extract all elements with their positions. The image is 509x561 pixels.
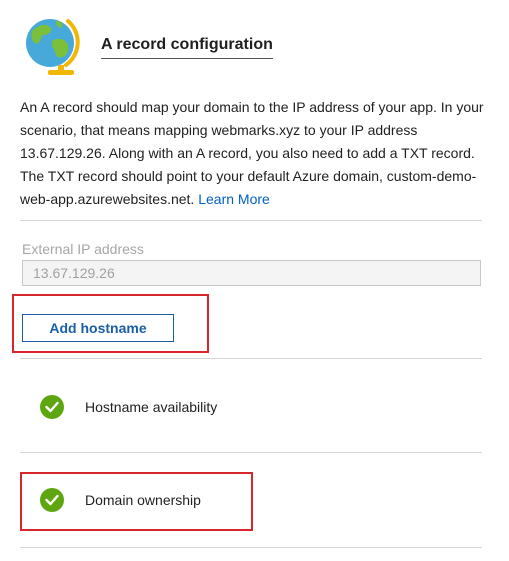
description-text: An A record should map your domain to th… (20, 96, 488, 211)
learn-more-link[interactable]: Learn More (198, 191, 270, 207)
divider (20, 547, 482, 548)
add-hostname-button[interactable]: Add hostname (22, 314, 174, 342)
ip-address-label: External IP address (22, 241, 144, 257)
checkmark-icon (40, 395, 64, 419)
check-label: Hostname availability (85, 399, 218, 415)
divider (20, 358, 482, 359)
divider (20, 452, 482, 453)
check-label: Domain ownership (85, 492, 201, 508)
divider (20, 220, 482, 221)
globe-icon (22, 13, 82, 77)
page-title: A record configuration (101, 35, 273, 59)
domain-ownership-status: Domain ownership (40, 488, 201, 512)
checkmark-icon (40, 488, 64, 512)
hostname-availability-status: Hostname availability (40, 395, 217, 419)
ip-address-field[interactable] (22, 260, 481, 286)
